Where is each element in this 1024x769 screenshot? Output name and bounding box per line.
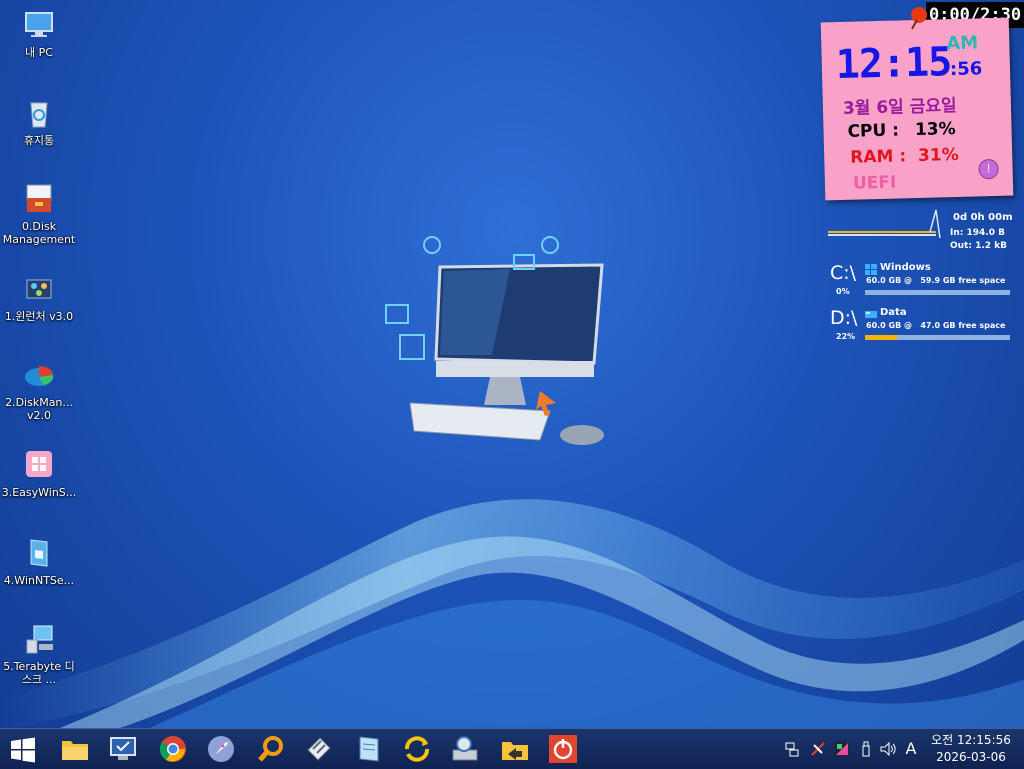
ram-label: RAM : [849, 146, 907, 168]
network-icon[interactable] [784, 741, 800, 757]
install-box-icon [22, 536, 56, 570]
monitor-icon [22, 8, 56, 42]
clock-seconds: :56 [949, 58, 983, 81]
drive-usage-bar [865, 290, 1010, 295]
cpu-usage: CPU : 13% [847, 119, 956, 142]
sync-arrows-icon[interactable] [402, 734, 432, 764]
desktop-icon-label: 3.EasyWinS... [1, 486, 77, 499]
folder-arrow-icon[interactable] [500, 734, 530, 764]
drive-d: D:\ 22% Data 60.0 GB @ 47.0 GB free spac… [828, 307, 1013, 351]
taskbar-date: 2026-03-06 [936, 750, 1006, 764]
info-icon[interactable]: ! [978, 158, 999, 180]
desktop-icon-winntsetup[interactable]: 4.WinNTSe... [0, 536, 78, 587]
desktop-icon-label: 2.DiskMan... v2.0 [5, 396, 73, 422]
cpu-value: 13% [914, 118, 956, 141]
taskbar-time: 오전 12:15:56 [931, 733, 1011, 747]
ime-indicator[interactable]: A [903, 741, 919, 757]
toolbox-icon [22, 182, 56, 216]
recycle-bin-icon [22, 96, 56, 130]
windows-tile-icon [22, 448, 56, 482]
volume-icon[interactable] [880, 741, 896, 757]
desktop-icon-terabyte[interactable]: 5.Terabyte 디스크 ... [0, 622, 78, 686]
magnifier-icon[interactable] [256, 734, 286, 764]
launcher-icon [22, 272, 56, 306]
taskbar: A 오전 12:15:56 2026-03-06 [0, 728, 1024, 769]
ram-value: 31% [917, 144, 959, 166]
ram-usage: RAM : 31% [850, 145, 959, 168]
taskbar-clock[interactable]: 오전 12:15:56 2026-03-06 [925, 732, 1017, 766]
sticky-note-clock: 12:15 AM :56 3월 6일 금요일 CPU : 13% RAM : 3… [820, 17, 1014, 201]
monitor-check-icon[interactable] [108, 734, 138, 764]
computer-disk-icon [22, 622, 56, 656]
desktop-icon-winlauncher[interactable]: 1.윈런처 v3.0 [0, 272, 78, 323]
drive-c: C:\ 0% Windows 60.0 GB @ 59.9 GB free sp… [828, 262, 1013, 306]
usb-icon[interactable] [858, 741, 874, 757]
drive-letter: C:\ [830, 262, 857, 284]
pushpin-icon [911, 7, 927, 30]
chrome-icon[interactable] [158, 734, 188, 764]
desktop-icon-label: 0.Disk Management [2, 220, 76, 246]
wallpaper-computer-illustration [385, 236, 604, 445]
drive-letter: D:\ [830, 307, 858, 329]
desktop-icon-label: 휴지통 [23, 134, 55, 147]
clock-date: 3월 6일 금요일 [842, 95, 957, 119]
color-tray-icon[interactable] [834, 741, 850, 757]
drive-name: Data [880, 307, 907, 318]
desktop-icon-my-pc[interactable]: 내 PC [0, 8, 78, 59]
network-graph [828, 209, 941, 239]
tools-icon[interactable] [304, 734, 334, 764]
clock-ampm: AM [946, 32, 979, 55]
drive-info: 60.0 GB @ 47.0 GB free space [866, 321, 1006, 330]
file-explorer-icon[interactable] [60, 734, 90, 764]
desktop-icon-label: 5.Terabyte 디스크 ... [3, 660, 75, 686]
network-uptime: 0d 0h 00m [953, 212, 1013, 223]
drive-percent: 0% [836, 287, 850, 296]
drive-usage-bar [865, 335, 1010, 340]
drive-percent: 22% [836, 332, 856, 341]
power-icon[interactable] [548, 734, 578, 764]
desktop-icon-disk-management[interactable]: 0.Disk Management [0, 182, 78, 246]
boot-mode: UEFI [852, 172, 897, 194]
windows-start-icon[interactable] [10, 737, 36, 763]
clock-time: 12:15 [835, 39, 952, 89]
drive-info: 60.0 GB @ 59.9 GB free space [866, 276, 1006, 285]
disk-tool-icon[interactable] [450, 734, 480, 764]
rocket-icon[interactable] [206, 734, 236, 764]
windows-logo-icon [865, 264, 877, 275]
network-out: Out: 1.2 kB [950, 241, 1008, 251]
desktop-icon-easywinsetup[interactable]: 3.EasyWinS... [0, 448, 78, 499]
desktop-icon-label: 4.WinNTSe... [3, 574, 75, 587]
disk-pie-icon [22, 358, 56, 392]
desktop-icon-label: 1.윈런처 v3.0 [4, 310, 74, 323]
notebook-icon[interactable] [354, 734, 384, 764]
desktop-icon-diskmanager[interactable]: 2.DiskMan... v2.0 [0, 358, 78, 422]
network-monitor: 0d 0h 00m In: 194.0 B Out: 1.2 kB [828, 208, 1018, 256]
desktop-icon-label: 내 PC [25, 46, 53, 59]
desktop-icon-recycle-bin[interactable]: 휴지통 [0, 96, 78, 147]
drive-icon [865, 311, 877, 318]
drive-name: Windows [880, 262, 931, 273]
network-in: In: 194.0 B [950, 228, 1005, 238]
cpu-label: CPU : [847, 120, 900, 142]
tools-tray-icon[interactable] [810, 741, 826, 757]
